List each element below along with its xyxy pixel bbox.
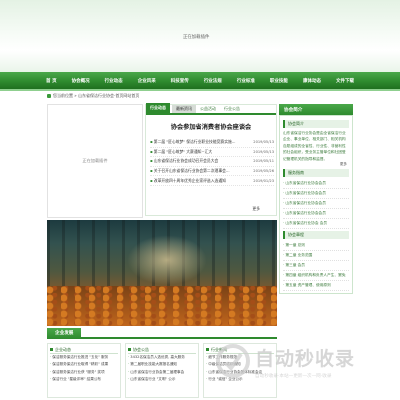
news-panel: 行业动态 最新资讯 公益活动 行业公告 协会参加省消费者协会座谈会 第二届 "匠… [145, 103, 277, 216]
section-column: 企业动态保洁服务保洁行业推进 "五化" 服务保洁服务保洁行业取得 "精彩" 成果… [47, 343, 121, 398]
main-navigation: 首 页 协会概况 行业动态 企业风采 科技宣传 行业法规 行业标准 职业技能 康体动态 文件下载 [0, 72, 400, 89]
service-link[interactable]: 山东省保洁行业协会会员 [283, 199, 349, 210]
section-title: 企业发展 [47, 328, 82, 339]
nav-item-7[interactable]: 职业技能 [268, 78, 290, 84]
news-title[interactable]: 山东省保洁行业协会成功召开会员大会 [150, 158, 246, 164]
column-title[interactable]: 企业动态 [50, 346, 118, 354]
intro-more-link[interactable]: 更多 [283, 162, 349, 167]
column-item[interactable]: 山东省保洁行业 "文明" 公示 [128, 376, 196, 383]
fallen-leaves [47, 286, 277, 326]
charter-links: 第一章 总则第二章 业务范围第三章 会员第四章 组织机构和负责人产生、罢免第五章… [283, 241, 349, 292]
intro-subtitle: 协会简介 [283, 120, 349, 128]
tab-announcements[interactable]: 行业公告 [220, 105, 244, 113]
news-date: 2019/05/11 [253, 159, 274, 164]
news-date: 2019/05/13 [253, 140, 274, 145]
news-title[interactable]: 关于召开山东省保洁行业协会第二次理事会... [150, 168, 246, 174]
news-row[interactable]: 改革开放四十周年优秀企业家评选入选通知 2019/01/23 [150, 176, 274, 186]
column-title[interactable]: 协会公告 [128, 346, 196, 354]
watermark-logo-icon [216, 344, 250, 378]
service-link[interactable]: 山东省保洁行业协会会员 [283, 189, 349, 200]
charter-subtitle: 协会章程 [283, 231, 349, 240]
news-row[interactable]: 关于召开山东省保洁行业协会第二次理事会... 2019/05/26 [150, 167, 274, 177]
charter-link[interactable]: 第二章 业务范围 [283, 251, 349, 262]
watermark-main-text: 自动秒收录 [255, 347, 356, 370]
left-placeholder-text: 正在加载插件 [82, 158, 108, 163]
news-date: 2019/05/13 [253, 149, 274, 154]
sidebar-title: 协会简介 [279, 104, 353, 115]
column-item[interactable]: 第二届职业技能大赛报名通知 [128, 361, 196, 368]
column-title-text: 企业动态 [55, 346, 71, 352]
column-item[interactable]: 保洁服务保洁行业获 "服务" 奖项 [50, 369, 118, 376]
nav-item-6[interactable]: 行业标准 [235, 78, 257, 84]
news-list: 第二届 "匠心筑梦" 保洁行业职业技能竞赛实施...2019/05/13第二届 … [150, 138, 274, 186]
service-link[interactable]: 山东省保洁行业协会会员 [283, 179, 349, 190]
nav-item-1[interactable]: 协会概况 [70, 78, 92, 84]
nav-item-5[interactable]: 行业法规 [202, 78, 224, 84]
nav-item-8[interactable]: 康体动态 [301, 78, 323, 84]
nav-item-0[interactable]: 首 页 [44, 78, 59, 84]
nav-item-2[interactable]: 行业动态 [103, 78, 125, 84]
news-tabs: 行业动态 最新资讯 公益活动 行业公告 [146, 103, 276, 115]
news-row[interactable]: 第二届 "匠心筑梦" 大赛通知~汇大 2019/05/13 [150, 148, 274, 158]
tab-industry-news[interactable]: 行业动态 [146, 103, 170, 113]
news-title[interactable]: 改革开放四十周年优秀企业家评选入选通知 [150, 178, 246, 184]
news-date: 2019/01/23 [253, 178, 274, 183]
intro-box: 协会简介 山东省保洁行业协会是由全省保洁行业企业、事业单位、相关部门、相关机构自… [279, 115, 353, 295]
news-title[interactable]: 第二届 "匠心筑梦" 大赛通知~汇大 [150, 149, 246, 155]
nav-item-3[interactable]: 企业风采 [136, 78, 158, 84]
breadcrumb-text[interactable]: 您当前位置 » 山东省保洁行业协会-首页网站首页 [53, 93, 139, 99]
charter-link[interactable]: 第四章 组织机构和负责人产生、罢免 [283, 271, 349, 282]
charter-link[interactable]: 第五章 资产管理、使用原则 [283, 281, 349, 292]
section-column: 协会公告 3432名保洁员入选优秀, 高大服务第二届职业技能大赛报名通知山东省保洁… [125, 343, 199, 398]
charter-link[interactable]: 第一章 总则 [283, 241, 349, 252]
nav-item-9[interactable]: 文件下载 [334, 78, 356, 84]
home-icon [47, 94, 51, 98]
nav-item-4[interactable]: 科技宣传 [169, 78, 191, 84]
column-item[interactable]: 3432名保洁员入选优秀, 高大服务 [128, 354, 196, 361]
column-item[interactable]: 保洁行业 "星级评审" 结果公布 [50, 376, 118, 383]
news-date: 2019/05/26 [253, 169, 274, 174]
tab-latest[interactable]: 最新资讯 [172, 105, 196, 113]
tab-public-welfare[interactable]: 公益活动 [196, 105, 220, 113]
column-item[interactable]: 保洁服务保洁行业推进 "五化" 服务 [50, 354, 118, 361]
autumn-forest-photo [47, 220, 277, 326]
column-item[interactable]: 保洁服务保洁行业取得 "精彩" 成果 [50, 361, 118, 368]
column-title-text: 协会公告 [133, 346, 149, 352]
watermark: 自动秒收录 自动秒收录·本站一更新一次一网·收录 [215, 331, 385, 391]
column-item[interactable]: 山东省保洁行业协会第二届理事会 [128, 369, 196, 376]
news-row[interactable]: 第二届 "匠心筑梦" 保洁行业职业技能竞赛实施... 2019/05/13 [150, 138, 274, 148]
breadcrumb: 您当前位置 » 山东省保洁行业协会-首页网站首页 [47, 91, 353, 101]
intro-text: 山东省保洁行业协会是由全省保洁行业企业、事业单位、相关部门、相关机构自愿组成的全… [283, 131, 346, 161]
service-links: 山东省保洁行业协会会员山东省保洁行业协会会员山东省保洁行业协会会员山东省保洁行业… [283, 179, 349, 230]
header-banner-placeholder: 正在加载插件 [183, 35, 210, 40]
site-header: 正在加载插件 [0, 0, 400, 72]
news-title[interactable]: 第二届 "匠心筑梦" 保洁行业职业技能竞赛实施... [150, 139, 246, 145]
service-link[interactable]: 山东省保洁行业协会会员 [283, 209, 349, 220]
news-row[interactable]: 山东省保洁行业协会成功召开会员大会 2019/05/11 [150, 157, 274, 167]
left-image-placeholder: 正在加载插件 [47, 104, 143, 218]
watermark-sub-text: 自动秒收录·本站一更新一次一网·收录 [255, 373, 332, 379]
more-link[interactable]: 更多 [252, 206, 260, 212]
charter-link[interactable]: 第三章 会员 [283, 261, 349, 272]
service-guide-subtitle: 服务指南 [283, 169, 349, 178]
service-link[interactable]: 山东省保洁行业协会 会员 [283, 219, 349, 230]
light-haze [127, 235, 207, 285]
headline-news[interactable]: 协会参加省消费者协会座谈会 [146, 122, 276, 131]
